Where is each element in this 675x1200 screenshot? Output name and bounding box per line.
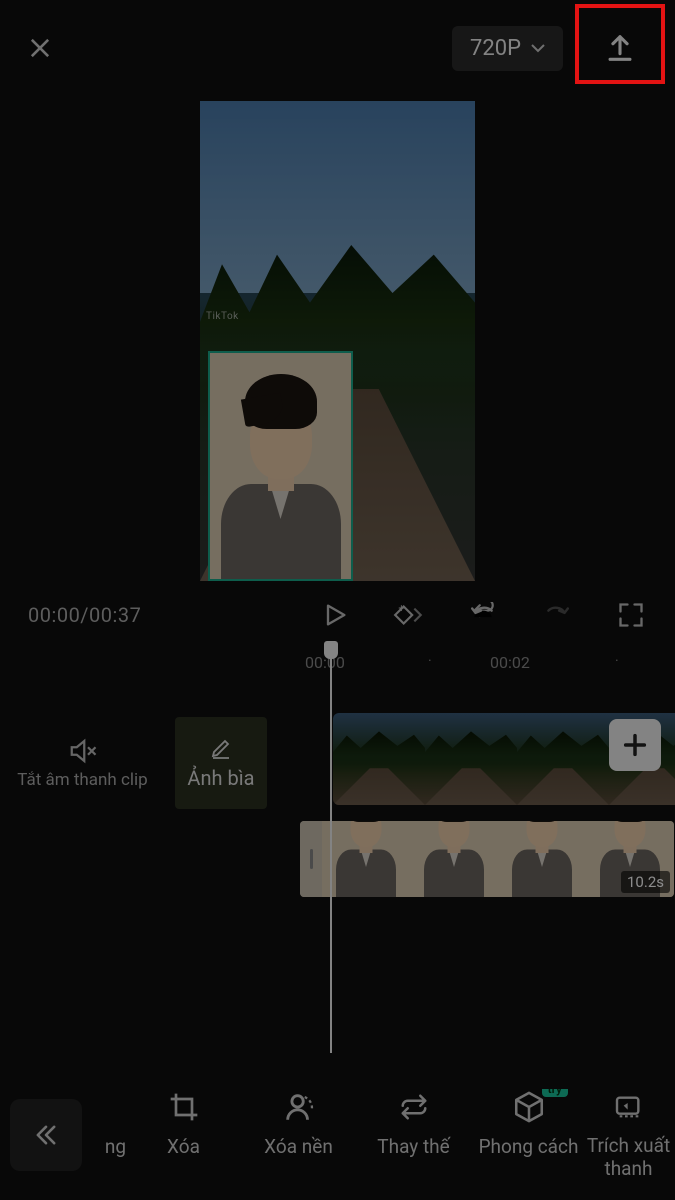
close-button[interactable] — [20, 28, 60, 68]
bottom-toolbar: ng Xóa Xóa nền Thay thế try Phong cách T… — [0, 1070, 675, 1200]
resolution-button[interactable]: 720P — [452, 26, 563, 71]
watermark-label: TikTok — [206, 311, 239, 322]
add-clip-button[interactable] — [609, 719, 661, 771]
overlay-duration-badge: 10.2s — [621, 871, 670, 893]
try-badge: try — [542, 1089, 568, 1097]
clip-thumb — [333, 713, 425, 805]
extract-audio-icon — [613, 1091, 645, 1123]
toolbar-label: Xóa — [167, 1135, 200, 1158]
toolbar-item-partial[interactable]: ng — [86, 1089, 126, 1181]
play-icon — [321, 600, 349, 630]
keyframe-button[interactable]: + — [393, 599, 425, 631]
fullscreen-button[interactable] — [615, 599, 647, 631]
toolbar-item-replace[interactable]: Thay thế — [356, 1089, 471, 1181]
ruler-mark: 00:02 — [490, 653, 530, 672]
clip-thumb — [517, 713, 609, 805]
toolbar-label: Xóa nền — [264, 1135, 333, 1158]
playhead[interactable] — [330, 643, 332, 1053]
mute-clip-label: Tắt âm thanh clip — [17, 770, 147, 790]
toolbar-item-remove-bg[interactable]: Xóa nền — [241, 1089, 356, 1181]
cover-button[interactable]: Ảnh bìa — [175, 717, 267, 809]
toolbar-item-delete[interactable]: Xóa — [126, 1089, 241, 1181]
redo-icon — [542, 602, 572, 628]
speaker-mute-icon — [66, 736, 100, 766]
clip-handle-left[interactable] — [300, 821, 322, 897]
video-preview[interactable]: TikTok — [200, 101, 475, 581]
time-display: 00:00/00:37 — [28, 603, 141, 627]
toolbar-item-style[interactable]: try Phong cách — [471, 1089, 586, 1181]
playback-controls: 00:00/00:37 + — [0, 581, 675, 643]
overlay-clip[interactable]: 10.2s — [300, 821, 674, 897]
svg-text:+: + — [398, 602, 404, 615]
mute-clip-button[interactable]: Tắt âm thanh clip — [0, 736, 165, 790]
toolbar-label: Trích xuất thanh — [586, 1135, 671, 1181]
play-button[interactable] — [319, 599, 351, 631]
ruler-dot: · — [615, 653, 619, 669]
toolbar-item-extract[interactable]: Trích xuất thanh — [586, 1089, 671, 1181]
plus-icon — [621, 731, 649, 759]
ruler-dot: · — [428, 653, 432, 669]
toolbar-label: Thay thế — [377, 1135, 449, 1158]
close-icon — [26, 34, 54, 62]
overlay-thumb — [322, 821, 410, 897]
main-track-row: Tắt âm thanh clip Ảnh bìa — [0, 713, 675, 813]
toolbar-label: ng — [105, 1135, 126, 1158]
overlay-thumb — [410, 821, 498, 897]
timeline-area[interactable]: Tắt âm thanh clip Ảnh bìa 10.2s — [0, 673, 675, 1053]
overlay-clip-selection[interactable] — [208, 351, 353, 581]
fullscreen-icon — [617, 601, 645, 629]
cover-label: Ảnh bìa — [187, 766, 254, 790]
clip-thumb — [425, 713, 517, 805]
header-bar: 720P — [0, 0, 675, 86]
redo-button — [541, 599, 573, 631]
edit-icon — [208, 736, 234, 760]
overlay-thumb — [498, 821, 586, 897]
resolution-label: 720P — [470, 36, 521, 61]
cube-icon — [512, 1090, 546, 1124]
export-button[interactable] — [585, 18, 655, 78]
repeat-icon — [397, 1092, 431, 1122]
undo-button[interactable] — [467, 599, 499, 631]
toolbar-back-button[interactable] — [10, 1099, 82, 1171]
chevron-down-icon — [531, 43, 545, 53]
crop-icon — [168, 1091, 200, 1123]
toolbar-label: Phong cách — [479, 1135, 579, 1158]
undo-icon — [468, 602, 498, 628]
chevron-double-left-icon — [32, 1121, 60, 1149]
cutout-person-icon — [282, 1090, 316, 1124]
export-icon — [603, 31, 637, 65]
keyframe-icon: + — [393, 600, 425, 630]
preview-area: TikTok — [0, 86, 675, 581]
